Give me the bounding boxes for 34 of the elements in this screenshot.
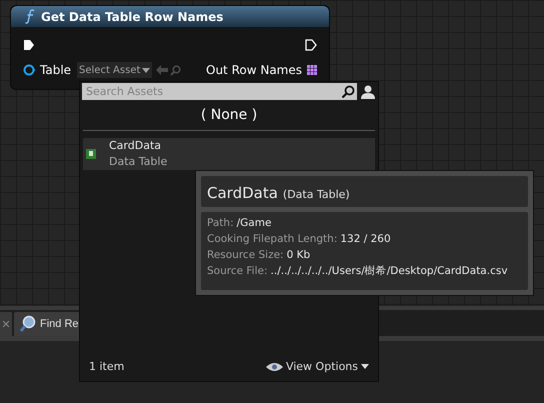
pin-label: Table (40, 62, 72, 79)
detail-value: /Game (236, 216, 272, 231)
tooltip-title: CardData (207, 183, 278, 204)
detail-label: Source File: (207, 264, 268, 279)
tooltip-type: (Data Table) (282, 187, 350, 203)
none-option[interactable]: ( None ) (80, 104, 378, 126)
search-icon (341, 84, 355, 98)
user-icon[interactable] (360, 84, 376, 100)
search-icon (19, 315, 37, 333)
close-icon[interactable] (3, 321, 9, 327)
data-table-icon (86, 149, 96, 159)
detail-value: 132 / 260 (340, 232, 391, 247)
function-icon (25, 9, 35, 24)
view-options-button[interactable]: View Options (266, 358, 369, 375)
object-pin-icon[interactable] (23, 64, 36, 76)
caret-icon (361, 364, 369, 370)
detail-value: ../../../../../../Users/樹希/Desktop/CardData.csv (270, 264, 508, 279)
pin-label: Out Row Names (206, 62, 302, 79)
caret-icon (142, 68, 150, 72)
asset-row[interactable]: CardData Data Table (83, 138, 375, 170)
asset-picker[interactable]: Select Asset (77, 62, 152, 78)
detail-label: Resource Size: (207, 248, 284, 263)
eye-icon (266, 362, 283, 372)
exec-pin-icon[interactable] (305, 39, 317, 51)
exec-pin-icon[interactable] (23, 39, 35, 51)
detail-label: Cooking Filepath Length: (207, 232, 338, 247)
detail-value: 0 Kb (286, 248, 310, 263)
detail-label: Path: (207, 216, 234, 231)
search-field[interactable]: Search Assets (82, 83, 357, 100)
array-pin-icon[interactable] (307, 65, 317, 75)
asset-type: Data Table (109, 154, 168, 170)
node-title: Get Data Table Row Names (41, 8, 224, 26)
item-count: 1 item (89, 358, 124, 374)
asset-name: CardData (109, 138, 162, 154)
